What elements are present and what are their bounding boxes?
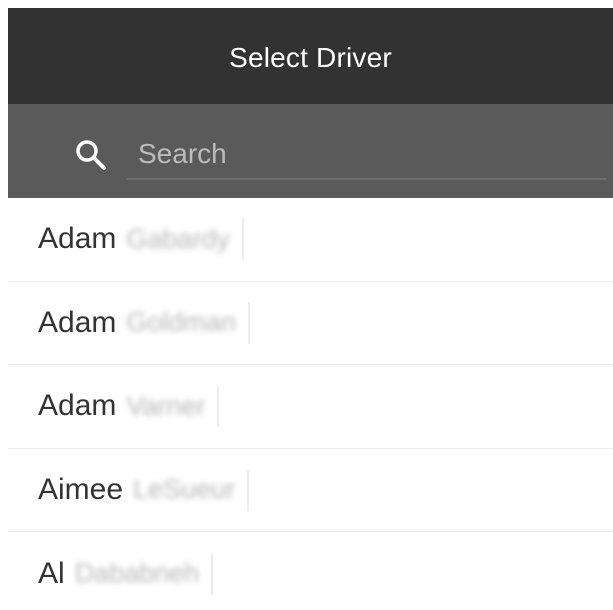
row-divider	[211, 552, 214, 595]
driver-last-name: Gabardy	[126, 223, 230, 254]
driver-first-name: Adam	[38, 305, 117, 339]
app-header: Select Driver	[8, 8, 613, 104]
driver-row[interactable]: Adam Varner	[8, 365, 613, 449]
driver-last-name: LeSueur	[133, 474, 236, 505]
driver-first-name: Adam	[38, 222, 117, 256]
row-divider	[247, 468, 250, 511]
driver-list: Adam Gabardy Adam Goldman Adam Varner Ai…	[8, 198, 613, 610]
driver-first-name: Adam	[38, 389, 117, 423]
driver-row[interactable]: Aimee LeSueur	[8, 449, 613, 532]
search-input[interactable]	[126, 130, 606, 180]
driver-last-name: Varner	[126, 390, 206, 421]
driver-first-name: Aimee	[38, 472, 124, 506]
driver-row[interactable]: Adam Goldman	[8, 282, 613, 365]
row-divider	[247, 301, 250, 344]
driver-row[interactable]: Adam Gabardy	[8, 198, 613, 282]
driver-last-name: Goldman	[126, 307, 236, 338]
row-divider	[217, 385, 220, 428]
driver-first-name: Al	[38, 556, 65, 590]
driver-row[interactable]: Al Dababneh	[8, 532, 613, 610]
search-bar	[8, 104, 613, 198]
row-divider	[241, 218, 244, 261]
driver-last-name: Dababneh	[74, 558, 200, 589]
page-title: Select Driver	[229, 42, 392, 73]
select-driver-screen: Select Driver Adam Gabardy Adam Goldman …	[0, 0, 613, 610]
search-icon	[74, 138, 108, 172]
